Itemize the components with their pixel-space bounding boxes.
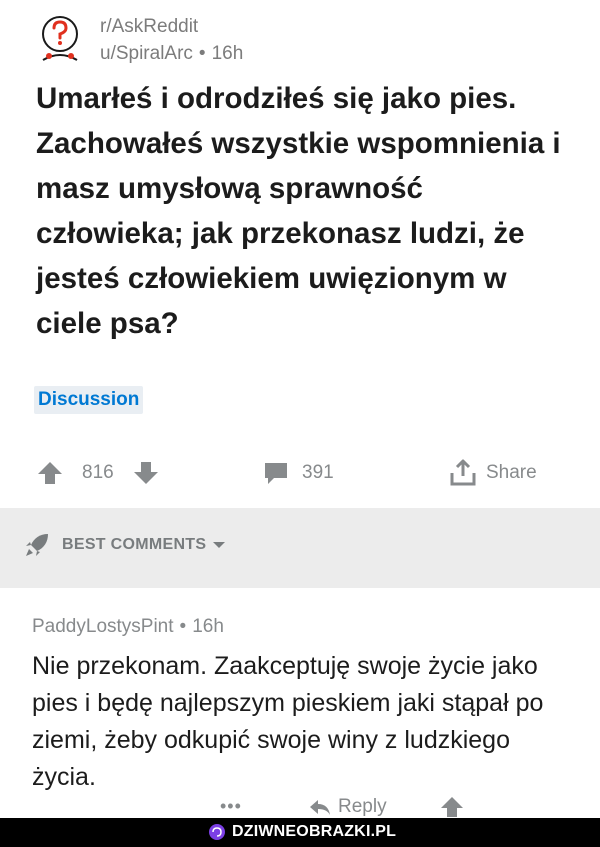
comment-sort-selector[interactable]: BEST COMMENTS (24, 532, 226, 558)
comment-actions: ••• Reply (0, 796, 600, 818)
post-title[interactable]: Umarłeś i odrodziłeś się jako pies. Zach… (36, 76, 566, 346)
comment-more-button[interactable]: ••• (220, 796, 242, 817)
reply-label: Reply (338, 796, 387, 817)
post-author[interactable]: u/SpiralArc (100, 43, 193, 64)
reply-arrow-icon (310, 800, 330, 815)
post-meta: u/SpiralArc • 16h (100, 43, 243, 65)
brain-logo-icon (209, 824, 225, 840)
post-actions: 816 391 Share (0, 448, 600, 498)
watermark-text: DZIWNEOBRAZKI.PL (232, 823, 397, 840)
comment-bubble-icon (265, 463, 287, 484)
share-button[interactable]: Share (448, 448, 537, 498)
chevron-down-icon (213, 542, 226, 548)
watermark-logo: DZIWNEOBRAZKI.PL (208, 823, 396, 841)
sort-label: BEST COMMENTS (62, 536, 207, 553)
post-time: 16h (211, 43, 244, 64)
comments-button[interactable] (262, 448, 290, 498)
comment-body: Nie przekonam. Zaakceptuję swoje życie j… (32, 652, 544, 791)
comment-reply-button[interactable]: Reply (308, 796, 387, 818)
subreddit-name[interactable]: r/AskReddit (100, 16, 198, 38)
rocket-icon (26, 534, 48, 556)
post-flair[interactable]: Discussion (34, 386, 144, 414)
down-arrow-icon (134, 462, 158, 484)
upvote-count: 816 (82, 462, 114, 483)
post-header: r/AskReddit u/SpiralArc • 16h (34, 10, 574, 70)
comment-author[interactable]: PaddyLostysPint (32, 616, 174, 637)
share-label: Share (486, 462, 537, 483)
meta-separator: • (198, 43, 206, 64)
share-icon (450, 459, 476, 486)
subreddit-avatar-icon[interactable] (34, 12, 86, 64)
up-arrow-icon (38, 462, 62, 484)
meta-separator: • (179, 616, 187, 637)
up-arrow-icon (441, 797, 463, 817)
watermark-bar: DZIWNEOBRAZKI.PL (0, 818, 600, 847)
upvote-button[interactable] (36, 448, 64, 498)
comments-count[interactable]: 391 (302, 448, 334, 498)
downvote-button[interactable] (132, 448, 160, 498)
comment-meta: PaddyLostysPint • 16h (32, 616, 224, 638)
comment-time: 16h (192, 616, 224, 637)
